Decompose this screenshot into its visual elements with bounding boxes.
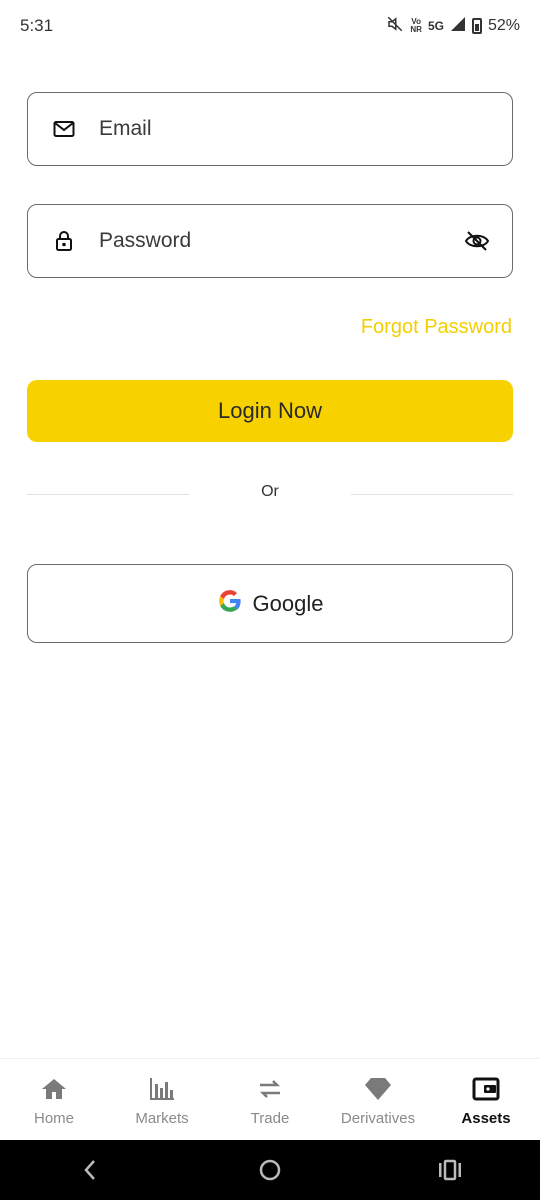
divider-right (351, 494, 513, 495)
bar-chart-icon (147, 1074, 177, 1104)
system-nav-bar (0, 1140, 540, 1200)
email-placeholder: Email (99, 117, 152, 140)
nav-trade-label: Trade (250, 1109, 290, 1127)
nav-home[interactable]: Home (0, 1074, 108, 1127)
recents-icon[interactable] (430, 1150, 470, 1190)
diamond-icon (363, 1074, 393, 1104)
home-icon (39, 1074, 69, 1104)
nav-assets-label: Assets (461, 1109, 511, 1127)
google-button-label: Google (252, 590, 324, 616)
status-time: 5:31 (20, 16, 54, 35)
nav-trade[interactable]: Trade (216, 1074, 324, 1127)
wallet-icon (471, 1074, 501, 1104)
nav-derivatives[interactable]: Derivatives (324, 1074, 432, 1127)
swap-arrows-icon (255, 1074, 285, 1104)
battery-icon (471, 18, 482, 34)
back-icon[interactable] (70, 1150, 110, 1190)
or-label: Or (261, 483, 279, 500)
status-icons: Vo NR 5G 52% (386, 15, 520, 38)
email-field[interactable]: Email (27, 92, 513, 166)
home-circle-icon[interactable] (250, 1150, 290, 1190)
nav-derivatives-label: Derivatives (340, 1109, 416, 1127)
network-type: 5G (427, 19, 444, 33)
lock-icon (52, 229, 76, 253)
google-logo-icon (217, 588, 243, 620)
login-button[interactable]: Login Now (27, 380, 513, 442)
nav-home-label: Home (33, 1109, 74, 1127)
mute-icon (386, 15, 404, 38)
password-field[interactable]: Password (27, 204, 513, 278)
signal-icon (450, 16, 466, 37)
eye-off-icon[interactable] (464, 228, 490, 254)
nav-markets-label: Markets (135, 1109, 189, 1127)
volte-indicator: Vo NR (410, 17, 422, 34)
forgot-password-link[interactable]: Forgot Password (361, 316, 512, 339)
bottom-nav: Home Markets Trade Derivatives Assets (0, 1058, 540, 1141)
google-sign-in-button[interactable]: Google (27, 564, 513, 643)
password-placeholder: Password (99, 229, 192, 252)
nav-markets[interactable]: Markets (108, 1074, 216, 1127)
nav-assets[interactable]: Assets (432, 1074, 540, 1127)
battery-percent: 52% (487, 17, 520, 34)
status-bar: 5:31 Vo NR 5G 52% (0, 0, 540, 52)
mail-icon (52, 117, 76, 141)
